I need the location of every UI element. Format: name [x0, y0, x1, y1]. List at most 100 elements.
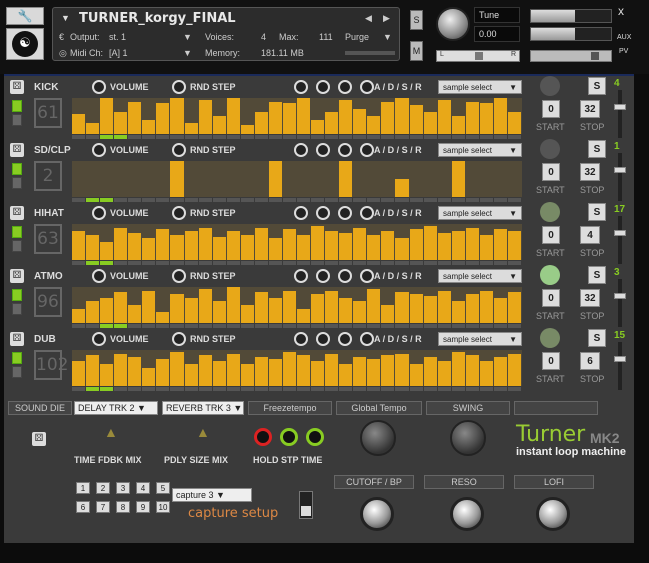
step-bar[interactable]	[268, 161, 282, 197]
step-bar[interactable]	[142, 238, 156, 260]
step-bar[interactable]	[437, 99, 451, 134]
swing-knob[interactable]	[450, 420, 486, 456]
step-bar[interactable]	[395, 292, 409, 323]
step-bar[interactable]	[437, 290, 451, 323]
track-dice-icon[interactable]: ⚄	[10, 206, 24, 220]
hold-knob[interactable]	[254, 428, 272, 446]
step-bar[interactable]	[339, 233, 353, 260]
stop-value[interactable]: 6	[580, 352, 600, 370]
step-bar[interactable]	[72, 114, 86, 134]
step-bar[interactable]	[325, 112, 339, 134]
step-bar[interactable]	[282, 290, 296, 323]
instrument-logo[interactable]: ☯	[6, 28, 44, 60]
step-bar[interactable]	[339, 364, 353, 386]
step-bar[interactable]	[367, 116, 381, 134]
step-bar[interactable]	[184, 297, 198, 323]
step-bar[interactable]	[212, 301, 226, 323]
step-bar[interactable]	[409, 105, 423, 134]
step-bar[interactable]	[100, 364, 114, 386]
step-bar[interactable]	[114, 112, 128, 134]
step-bar[interactable]	[479, 234, 493, 260]
track-pad-on[interactable]	[12, 100, 22, 112]
midi-dropdown-icon[interactable]: ▼	[183, 48, 192, 58]
step-bar[interactable]	[212, 360, 226, 386]
pan-handle[interactable]	[475, 52, 483, 60]
track-dice-icon[interactable]: ⚄	[10, 332, 24, 346]
step-bar[interactable]	[198, 288, 212, 323]
step-bar[interactable]	[493, 229, 507, 260]
step-bar[interactable]	[254, 357, 268, 386]
step-bar[interactable]	[325, 231, 339, 260]
purge-button[interactable]: Purge	[345, 32, 369, 42]
step-sequencer[interactable]	[72, 287, 522, 323]
step-bar[interactable]	[170, 294, 184, 323]
preset-button[interactable]: 4	[136, 482, 150, 494]
adsr-knob-0[interactable]	[294, 80, 308, 94]
tune-value[interactable]: 0.00	[474, 26, 520, 42]
step-bar[interactable]	[353, 108, 367, 134]
step-bar[interactable]	[297, 98, 311, 134]
step-bar[interactable]	[451, 116, 465, 134]
step-bar[interactable]	[212, 116, 226, 134]
start-value[interactable]: 0	[542, 289, 560, 307]
start-value[interactable]: 0	[542, 100, 560, 118]
step-bar[interactable]	[100, 242, 114, 260]
blank-button[interactable]	[514, 401, 598, 415]
track-vslider[interactable]	[618, 216, 622, 264]
start-value[interactable]: 0	[542, 352, 560, 370]
step-bar[interactable]	[381, 305, 395, 323]
freezetempo-button[interactable]: Freezetempo	[248, 401, 332, 415]
track-number[interactable]: 63	[34, 224, 62, 254]
step-bar[interactable]	[240, 364, 254, 386]
step-bar[interactable]	[254, 227, 268, 260]
stop-value[interactable]: 32	[580, 100, 600, 118]
track-vslider-handle[interactable]	[614, 167, 626, 173]
adsr-knob-1[interactable]	[316, 332, 330, 346]
start-value[interactable]: 0	[542, 163, 560, 181]
step-bar[interactable]	[170, 98, 184, 134]
step-bar[interactable]	[142, 119, 156, 134]
step-bar[interactable]	[367, 234, 381, 260]
step-bar[interactable]	[128, 101, 142, 134]
step-bar[interactable]	[254, 292, 268, 323]
step-bar[interactable]	[381, 101, 395, 134]
step-bar[interactable]	[507, 353, 521, 386]
step-bar[interactable]	[465, 355, 479, 386]
step-sequencer[interactable]	[72, 161, 522, 197]
stop-value[interactable]: 32	[580, 163, 600, 181]
step-bar[interactable]	[86, 234, 100, 260]
step-bar[interactable]	[465, 101, 479, 134]
track-pad-on[interactable]	[12, 226, 22, 238]
delay-select[interactable]: DELAY TRK 2 ▼	[74, 401, 158, 415]
step-bar[interactable]	[282, 351, 296, 386]
adsr-knob-3[interactable]	[360, 80, 374, 94]
adsr-knob-2[interactable]	[338, 332, 352, 346]
capture-select[interactable]: capture 3 ▼	[172, 488, 252, 502]
step-bar[interactable]	[465, 227, 479, 260]
cutoff-button[interactable]: CUTOFF / BP	[334, 475, 414, 489]
midi-value[interactable]: [A] 1	[109, 48, 128, 58]
sample-select[interactable]: sample select ▼	[438, 332, 522, 346]
step-bar[interactable]	[254, 112, 268, 134]
step-sequencer[interactable]	[72, 98, 522, 134]
adsr-knob-3[interactable]	[360, 269, 374, 283]
step-bar[interactable]	[212, 236, 226, 260]
volume-slider[interactable]	[530, 50, 612, 62]
track-vslider[interactable]	[618, 90, 622, 138]
step-knob[interactable]	[280, 428, 298, 446]
sample-select[interactable]: sample select ▼	[438, 143, 522, 157]
pan-slider[interactable]: L R	[436, 50, 520, 62]
step-bar[interactable]	[86, 123, 100, 134]
track-solo-button[interactable]: S	[588, 77, 606, 95]
sample-select[interactable]: sample select ▼	[438, 206, 522, 220]
step-bar[interactable]	[72, 308, 86, 323]
step-bar[interactable]	[297, 355, 311, 386]
global-tempo-button[interactable]: Global Tempo	[336, 401, 422, 415]
step-bar[interactable]	[353, 301, 367, 323]
adsr-knob-0[interactable]	[294, 206, 308, 220]
lofi-knob[interactable]	[536, 497, 570, 531]
step-bar[interactable]	[198, 355, 212, 386]
step-bar[interactable]	[493, 297, 507, 323]
track-solo-button[interactable]: S	[588, 266, 606, 284]
step-bar[interactable]	[226, 98, 240, 134]
